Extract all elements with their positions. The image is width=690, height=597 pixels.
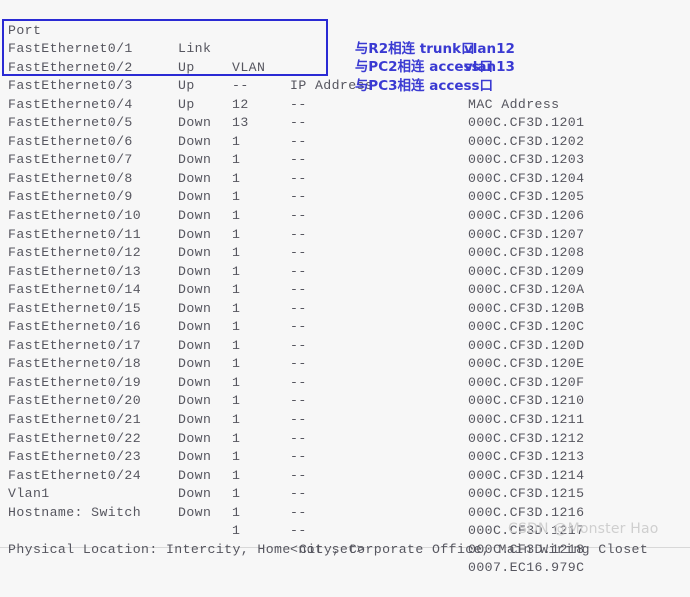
table-row: FastEthernet0/21 Down 1 -- 000C.CF3D.121…: [0, 392, 690, 501]
annotation-port3-text: 与PC3相连 access口: [354, 77, 494, 94]
table-row: FastEthernet0/8 Down 1 -- 000C.CF3D.1208: [0, 151, 690, 260]
table-row: FastEthernet0/18 Down 1 -- 000C.CF3D.121…: [0, 337, 690, 445]
table-header-row: Port Link VLAN IP Address MAC Address: [0, 3, 690, 112]
table-row: FastEthernet0/14 Down 1 -- 000C.CF3D.120…: [0, 263, 690, 371]
table-row: FastEthernet0/13 Down 1 -- 000C.CF3D.120…: [0, 244, 690, 353]
table-row: FastEthernet0/23 Down 1 -- 000C.CF3D.121…: [0, 430, 690, 538]
blank-row: [0, 504, 690, 523]
annotation-port3-vlan: vlan13: [464, 59, 515, 75]
table-row: FastEthernet0/24 Down 1 -- 000C.CF3D.121…: [0, 448, 690, 557]
table-row-vlan1: Vlan1 Down 1 <not set> 0007.EC16.979C: [0, 467, 690, 575]
table-row: FastEthernet0/11 Down 1 -- 000C.CF3D.120…: [0, 207, 690, 316]
hostname-row: Hostname: Switch: [0, 485, 690, 520]
terminal-screenshot: Port Link VLAN IP Address MAC Address Fa…: [0, 0, 690, 575]
table-row: FastEthernet0/20 Down 1 -- 000C.CF3D.121…: [0, 374, 690, 482]
table-row: FastEthernet0/7 Down 1 -- 000C.CF3D.1207: [0, 133, 690, 241]
table-row: FastEthernet0/10 Down 1 -- 000C.CF3D.120…: [0, 188, 690, 297]
cell-mac: 0007.EC16.979C: [468, 560, 585, 576]
table-row: FastEthernet0/17 Down 1 -- 000C.CF3D.121…: [0, 318, 690, 427]
table-row: FastEthernet0/12 Down 1 -- 000C.CF3D.120…: [0, 226, 690, 334]
table-row: FastEthernet0/16 Down 1 -- 000C.CF3D.121…: [0, 300, 690, 408]
physical-location-text: Physical Location: Intercity, Home City,…: [8, 541, 649, 557]
table-row: FastEthernet0/19 Down 1 -- 000C.CF3D.121…: [0, 355, 690, 464]
table-row: FastEthernet0/15 Down 1 -- 000C.CF3D.120…: [0, 281, 690, 390]
annotation-port2-vlan: vlan12: [464, 40, 515, 57]
annotation-port3: 与PC3相连 access口 vlan13: [336, 58, 515, 132]
watermark: CSDN @Monster Hao: [508, 521, 659, 537]
table-row: FastEthernet0/22 Down 1 -- 000C.CF3D.121…: [0, 411, 690, 520]
table-row: FastEthernet0/9 Down 1 -- 000C.CF3D.1209: [0, 170, 690, 278]
